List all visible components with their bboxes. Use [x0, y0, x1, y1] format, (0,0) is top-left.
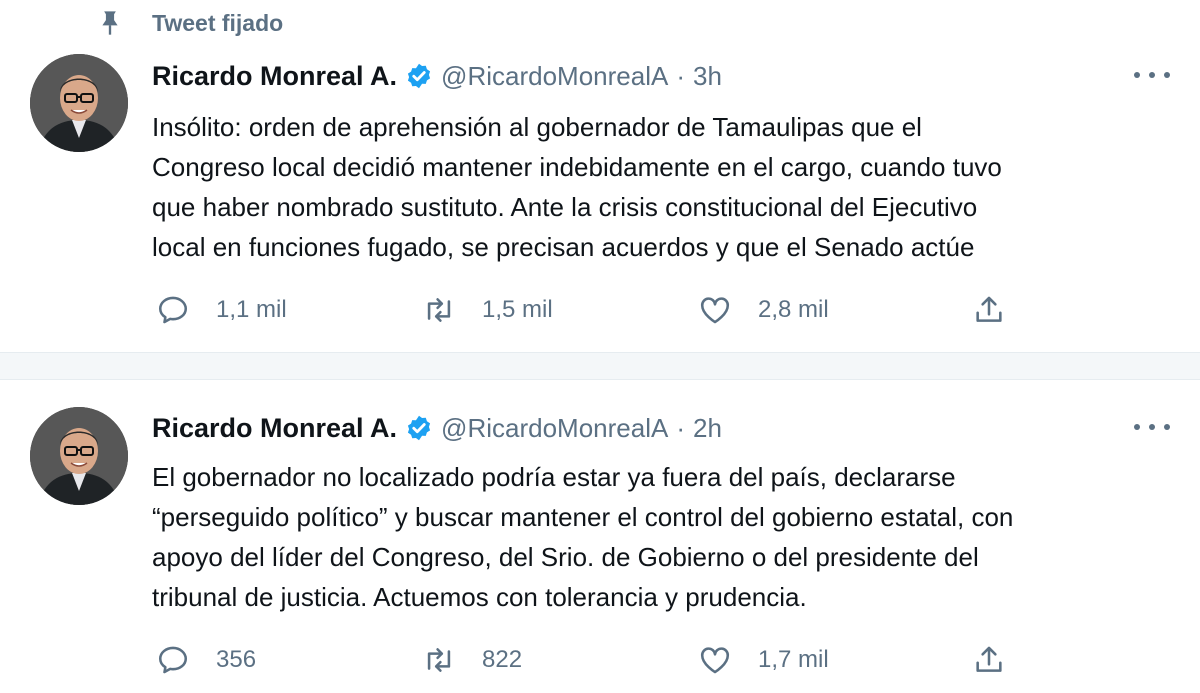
reply-button[interactable]: 356 [156, 642, 256, 678]
like-button[interactable]: 2,8 mil [698, 292, 829, 328]
share-button[interactable] [972, 642, 1006, 678]
tweet-card[interactable]: Tweet fijado Ricardo Monreal A. @Ricardo… [0, 0, 1200, 352]
avatar[interactable] [30, 54, 128, 152]
like-count: 1,7 mil [758, 646, 829, 673]
tweet-header: Ricardo Monreal A. @RicardoMonrealA · 3h [152, 58, 722, 94]
avatar-image [30, 407, 128, 505]
tweet-timestamp[interactable]: 2h [693, 413, 722, 444]
more-options-icon[interactable] [1134, 70, 1170, 80]
tweet-card[interactable]: Ricardo Monreal A. @RicardoMonrealA · 2h… [0, 380, 1200, 693]
pin-icon [102, 11, 118, 35]
tweet-separator [0, 352, 1200, 380]
tweet-text: El gobernador no localizado podría estar… [152, 462, 1014, 612]
share-icon [976, 646, 1002, 672]
heart-icon [700, 647, 730, 674]
pinned-label: Tweet fijado [152, 9, 284, 36]
avatar-image [30, 54, 128, 152]
author-name[interactable]: Ricardo Monreal A. [152, 61, 397, 92]
tweet-header: Ricardo Monreal A. @RicardoMonrealA · 2h [152, 410, 722, 446]
reply-count: 356 [216, 646, 257, 673]
pinned-indicator: Tweet fijado [96, 8, 283, 38]
tweet-timestamp[interactable]: 3h [693, 61, 722, 92]
retweet-count: 1,5 mil [482, 296, 553, 323]
reply-icon [158, 646, 188, 674]
retweet-button[interactable]: 822 [422, 642, 522, 678]
separator-dot: · [676, 412, 685, 443]
reply-button[interactable]: 1,1 mil [156, 292, 287, 328]
reply-icon [158, 296, 188, 324]
retweet-icon [427, 648, 451, 672]
tweet-actions: 356 822 1,7 mil [152, 642, 1022, 678]
avatar[interactable] [30, 407, 128, 505]
tweet-actions: 1,1 mil 1,5 mil 2,8 mil [152, 292, 1022, 328]
author-name[interactable]: Ricardo Monreal A. [152, 413, 397, 444]
share-button[interactable] [972, 292, 1006, 328]
author-handle[interactable]: @RicardoMonrealA [441, 413, 668, 444]
like-count: 2,8 mil [758, 296, 829, 323]
like-button[interactable]: 1,7 mil [698, 642, 829, 678]
more-options-icon[interactable] [1134, 422, 1170, 432]
tweet-text: Insólito: orden de aprehensión al gobern… [152, 112, 1002, 262]
author-handle[interactable]: @RicardoMonrealA [441, 61, 668, 92]
reply-count: 1,1 mil [216, 296, 287, 323]
verified-badge-icon [407, 415, 431, 441]
retweet-icon [427, 298, 451, 322]
heart-icon [700, 297, 730, 324]
retweet-count: 822 [482, 646, 523, 673]
share-icon [976, 296, 1002, 322]
retweet-button[interactable]: 1,5 mil [422, 292, 553, 328]
separator-dot: · [676, 60, 685, 91]
verified-badge-icon [407, 63, 431, 89]
